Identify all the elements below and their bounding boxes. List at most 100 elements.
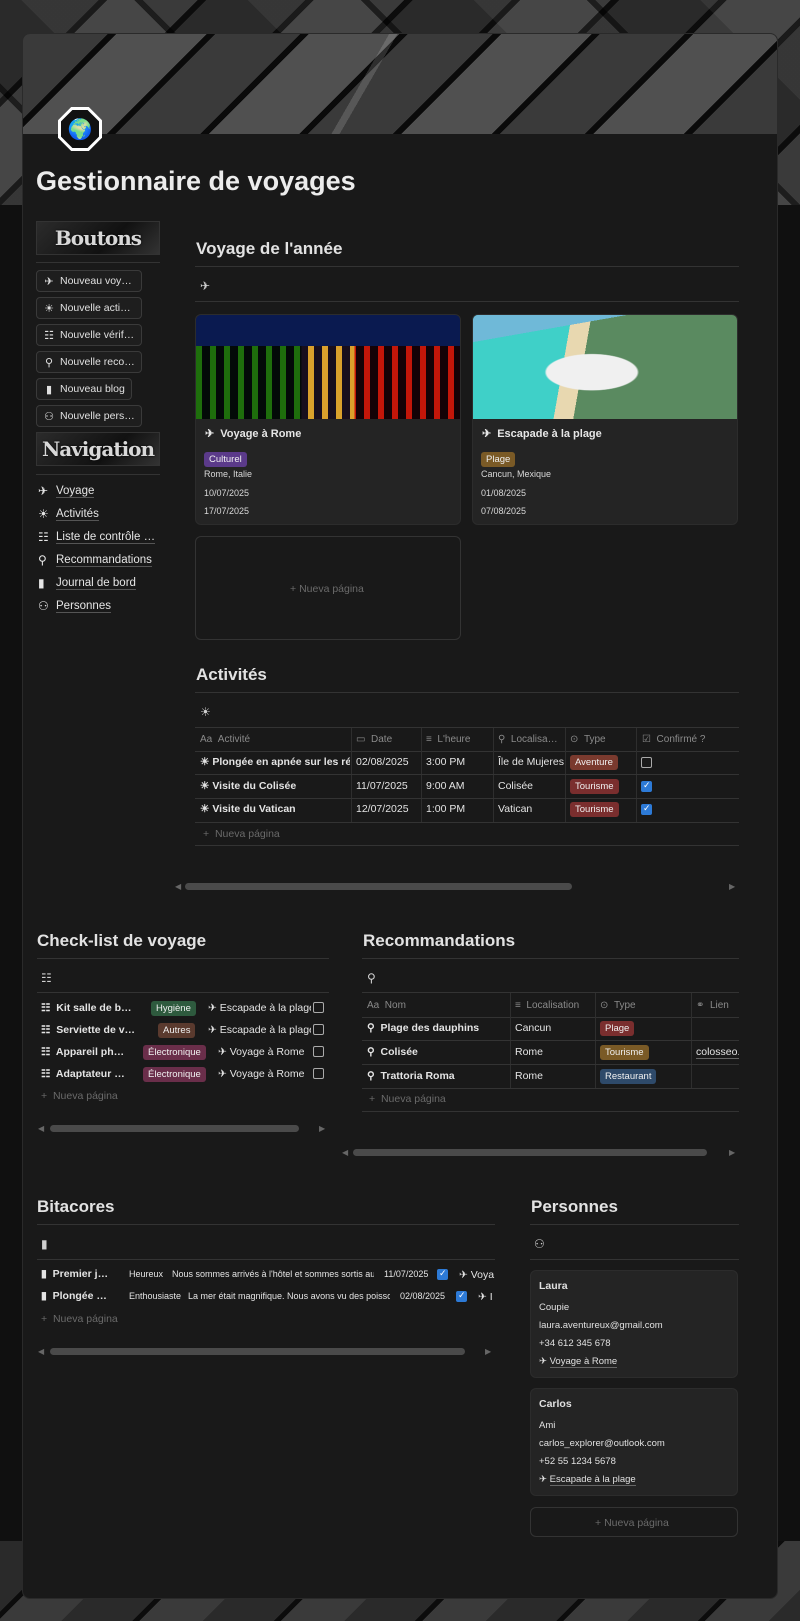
new-person-button[interactable]: ⚇ Nouvelle pers…: [36, 405, 142, 427]
cell-date: 11/07/2025: [384, 1269, 429, 1279]
new-page-card[interactable]: + Nueva página: [530, 1507, 738, 1537]
col-localisation[interactable]: ⚲ Localisa…: [498, 734, 558, 745]
sun-icon: ☀: [44, 302, 54, 315]
col-confirme[interactable]: ☑ Confirmé ?: [642, 734, 705, 745]
new-check-button[interactable]: ☷ Nouvelle vérif…: [36, 324, 142, 346]
nav-checklist[interactable]: ☷ Liste de contrôle …: [38, 530, 156, 544]
horizontal-scrollbar[interactable]: [50, 1348, 465, 1355]
confirmed-checkbox[interactable]: [641, 780, 652, 792]
nav-journal[interactable]: ▮ Journal de bord: [38, 576, 136, 590]
section-heading-voyage: Voyage de l'année: [196, 239, 343, 258]
new-page-row[interactable]: + Nueva página: [41, 1090, 118, 1102]
col-date[interactable]: ▭ Date: [356, 734, 392, 745]
trip-relation[interactable]: ✈ Escapade à la plage: [208, 1002, 311, 1014]
nav-recommandations[interactable]: ⚲ Recommandations: [38, 553, 152, 567]
horizontal-scrollbar[interactable]: [353, 1149, 707, 1156]
trip-card[interactable]: ✈ Escapade à la plage Plage Cancun, Mexiq…: [472, 314, 738, 525]
trip-relation[interactable]: ✈ I: [478, 1291, 495, 1303]
item-checkbox[interactable]: [313, 1068, 324, 1079]
table-row[interactable]: ☀ Visite du Vatican: [200, 803, 350, 815]
person-card[interactable]: Laura Coupie laura.aventureux@gmail.com …: [530, 1270, 738, 1378]
banner-navigation: Navigation: [36, 432, 160, 466]
scroll-left-icon[interactable]: ◀: [342, 1148, 348, 1157]
journal-entry[interactable]: ▮ Premier j…: [41, 1268, 136, 1280]
scroll-right-icon[interactable]: ▶: [319, 1124, 325, 1133]
col-activite[interactable]: Aa Activité: [200, 734, 250, 745]
trip-place: Rome, Italie: [204, 469, 253, 479]
cell-mood: Enthousiaste: [129, 1291, 182, 1301]
new-page-label: + Nueva página: [595, 1517, 669, 1529]
section-heading-checklist: Check-list de voyage: [37, 931, 207, 950]
cell-link[interactable]: colosseo.i: [696, 1046, 739, 1059]
trip-relation[interactable]: ✈ Voya: [459, 1269, 495, 1281]
banner-buttons: Boutons: [36, 221, 160, 255]
nav-activites[interactable]: ☀ Activités: [38, 507, 99, 521]
category-tag: Électronique: [143, 1045, 206, 1060]
table-row[interactable]: ☀ Plongée en apnée sur les récifs: [200, 756, 350, 768]
item-checkbox[interactable]: [313, 1046, 324, 1057]
checklist-icon: ☷: [44, 329, 54, 342]
cell-text: Nous sommes arrivés à l'hôtel et sommes …: [172, 1269, 374, 1279]
trip-relation[interactable]: ✈ Voyage à Rome: [218, 1068, 311, 1080]
person-email: laura.aventureux@gmail.com: [539, 1320, 663, 1331]
new-page-row[interactable]: + Nueva página: [369, 1093, 446, 1105]
trip-start: 01/08/2025: [481, 488, 527, 498]
horizontal-scrollbar[interactable]: [50, 1125, 299, 1132]
cell-location: Vatican: [498, 803, 533, 815]
person-card[interactable]: Carlos Ami carlos_explorer@outlook.com +…: [530, 1388, 738, 1496]
section-heading-reco: Recommandations: [363, 931, 516, 950]
book-icon: ▮: [45, 383, 53, 396]
new-page-row[interactable]: + Nueva página: [203, 828, 280, 840]
category-tag: Autres: [158, 1023, 196, 1038]
col-heure[interactable]: ≡ L'heure: [426, 734, 470, 745]
col-localisation[interactable]: ≡ Localisation: [515, 1000, 579, 1011]
entry-checkbox[interactable]: [456, 1290, 467, 1302]
person-trip[interactable]: ✈ Escapade à la plage: [539, 1474, 636, 1486]
col-lien[interactable]: ⚭ Lien: [696, 1000, 729, 1011]
trip-relation[interactable]: ✈ Voyage à Rome: [218, 1046, 311, 1058]
nav-personnes[interactable]: ⚇ Personnes: [38, 599, 111, 613]
table-row[interactable]: ⚲ Colisée: [367, 1046, 507, 1058]
scroll-left-icon[interactable]: ◀: [175, 882, 181, 891]
horizontal-scrollbar[interactable]: [185, 883, 572, 890]
cell-time: 9:00 AM: [426, 780, 465, 792]
sun-icon: ☀: [200, 803, 213, 815]
col-type[interactable]: ⊙ Type: [570, 734, 606, 745]
list-item[interactable]: ☷ Serviette de v…: [41, 1024, 147, 1036]
item-checkbox[interactable]: [313, 1002, 324, 1013]
col-nom[interactable]: Aa Nom: [367, 1000, 406, 1011]
person-trip[interactable]: ✈ Voyage à Rome: [539, 1356, 618, 1368]
scroll-right-icon[interactable]: ▶: [729, 882, 735, 891]
scroll-left-icon[interactable]: ◀: [38, 1347, 44, 1356]
person-email: carlos_explorer@outlook.com: [539, 1438, 665, 1449]
bulb-icon: ⚲: [44, 356, 54, 369]
list-item[interactable]: ☷ Appareil ph…: [41, 1046, 147, 1058]
list-item[interactable]: ☷ Adaptateur …: [41, 1068, 147, 1080]
tag-plage: Plage: [481, 452, 516, 467]
new-page-row[interactable]: + Nueva página: [41, 1313, 118, 1325]
trip-relation[interactable]: ✈ Escapade à la plage: [208, 1024, 311, 1036]
table-row[interactable]: ⚲ Plage des dauphins: [367, 1022, 507, 1034]
entry-checkbox[interactable]: [437, 1268, 448, 1280]
list-item[interactable]: ☷ Kit salle de b…: [41, 1002, 147, 1014]
scroll-left-icon[interactable]: ◀: [38, 1124, 44, 1133]
new-page-card[interactable]: + Nueva página: [195, 536, 461, 640]
new-blog-button[interactable]: ▮ Nouveau blog: [36, 378, 132, 400]
confirmed-checkbox[interactable]: [641, 757, 652, 768]
table-row[interactable]: ⚲ Trattoria Roma: [367, 1070, 507, 1082]
new-trip-button[interactable]: ✈ Nouveau voy…: [36, 270, 142, 292]
scroll-right-icon[interactable]: ▶: [729, 1148, 735, 1157]
trip-card[interactable]: ✈ Voyage à Rome Culturel Rome, Italie 10/…: [195, 314, 461, 525]
cell-location: Colisée: [498, 780, 534, 792]
cell-date: 02/08/2025: [400, 1291, 446, 1301]
journal-entry[interactable]: ▮ Plongée …: [41, 1290, 136, 1302]
table-row[interactable]: ☀ Visite du Colisée: [200, 780, 350, 792]
item-checkbox[interactable]: [313, 1024, 324, 1035]
new-reco-button[interactable]: ⚲ Nouvelle reco…: [36, 351, 142, 373]
col-type[interactable]: ⊙ Type: [600, 1000, 636, 1011]
confirmed-checkbox[interactable]: [641, 803, 652, 815]
cell-date: 12/07/2025: [356, 803, 409, 815]
nav-voyage[interactable]: ✈ Voyage: [38, 484, 95, 498]
new-activity-button[interactable]: ☀ Nouvelle acti…: [36, 297, 142, 319]
scroll-right-icon[interactable]: ▶: [485, 1347, 491, 1356]
